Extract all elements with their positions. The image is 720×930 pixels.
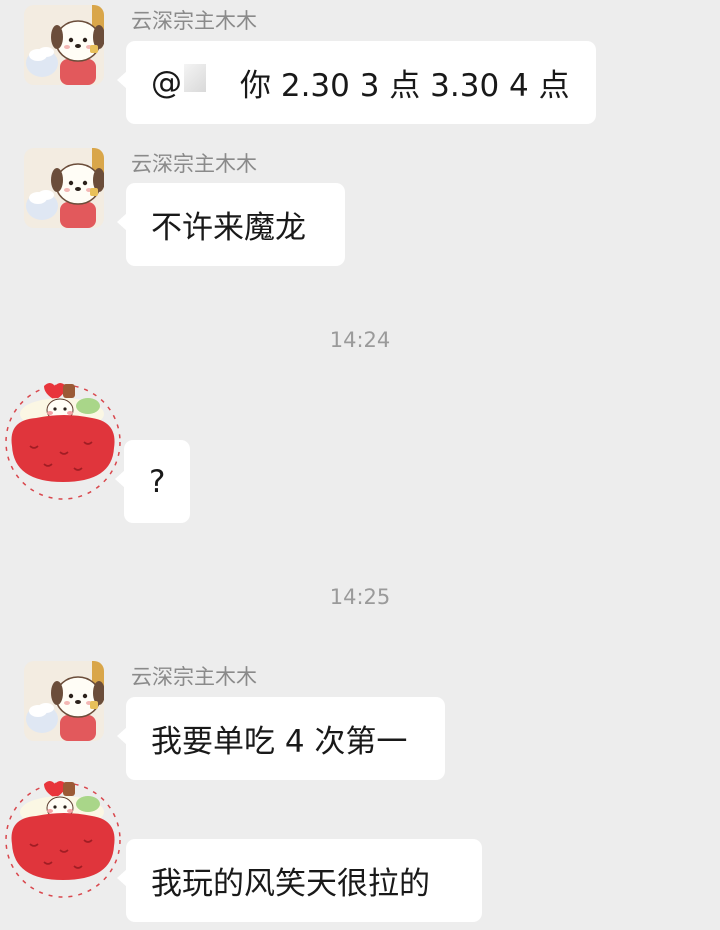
sender-avatar-cherry[interactable]	[0, 774, 126, 900]
message-text: 我玩的风笑天很拉的	[151, 866, 430, 902]
sender-avatar-cherry[interactable]	[0, 376, 126, 502]
message-bubble[interactable]: @ 你 2.30 3 点 3.30 4 点	[117, 41, 596, 124]
puppy-avatar-icon	[24, 5, 104, 85]
message-text: ?	[149, 463, 166, 500]
timestamp: 14:25	[329, 585, 391, 609]
message-bubble[interactable]: 我要单吃 4 次第一	[117, 697, 445, 780]
sender-avatar-dog[interactable]	[24, 148, 104, 228]
sender-avatar-dog[interactable]	[24, 661, 104, 741]
sender-name: 云深宗主木木	[131, 665, 257, 689]
message-text: 不许来魔龙	[151, 210, 306, 246]
sender-name: 云深宗主木木	[131, 9, 257, 33]
puppy-avatar-icon	[24, 148, 104, 228]
cherry-avatar-icon	[5, 781, 121, 898]
message-bubble[interactable]: ?	[115, 440, 190, 523]
message-bubble[interactable]: 我玩的风笑天很拉的	[117, 839, 482, 922]
mention-prefix: @	[151, 64, 182, 101]
sender-avatar-dog[interactable]	[24, 5, 104, 85]
redacted-mention	[184, 63, 206, 92]
cherry-avatar-icon	[5, 383, 121, 500]
puppy-avatar-icon	[24, 661, 104, 741]
timestamp: 14:24	[329, 328, 391, 352]
message-bubble[interactable]: 不许来魔龙	[117, 183, 345, 266]
sender-name: 云深宗主木木	[131, 152, 257, 176]
message-text: 我要单吃 4 次第一	[151, 724, 408, 760]
message-text: 你 2.30 3 点 3.30 4 点	[240, 68, 570, 104]
